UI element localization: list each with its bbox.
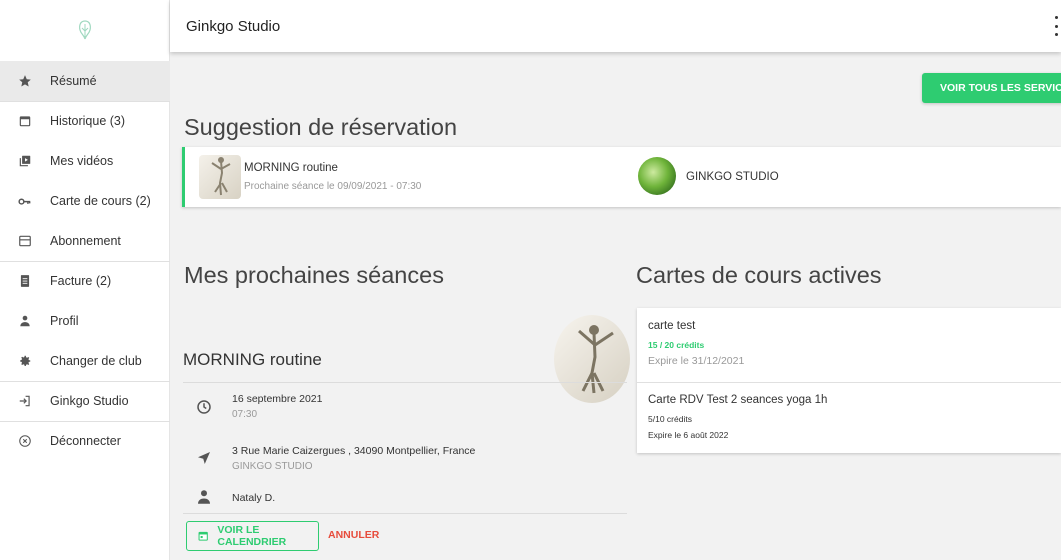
suggestion-class-title: MORNING routine — [244, 162, 338, 174]
card-credits: 5/10 crédits — [648, 414, 692, 424]
active-cards-list: carte test 15 / 20 crédits Expire le 31/… — [637, 308, 1061, 453]
card-expiry: Expire le 31/12/2021 — [648, 355, 745, 367]
card-credits: 15 / 20 crédits — [648, 340, 705, 350]
divider — [183, 513, 627, 514]
more-menu-icon[interactable] — [1053, 16, 1059, 36]
sidebar: Résumé Historique (3) Mes vidéos Carte d… — [0, 0, 170, 560]
class-thumbnail — [199, 155, 241, 199]
clock-icon — [195, 398, 213, 416]
sidebar-item-historique[interactable]: Historique (3) — [0, 101, 170, 141]
suggestion-next-session: Prochaine séance le 09/09/2021 - 07:30 — [244, 181, 422, 192]
view-calendar-button[interactable]: VOIR LE CALENDRIER — [186, 521, 319, 551]
accent-bar — [182, 147, 185, 207]
star-icon — [0, 74, 50, 88]
sessions-heading: Mes prochaines séances — [184, 262, 444, 288]
app-title: Ginkgo Studio — [186, 17, 281, 35]
session-coach: Nataly D. — [232, 492, 276, 504]
invoice-icon — [0, 274, 50, 288]
session-address: 3 Rue Marie Caizergues , 34090 Montpelli… — [232, 445, 476, 457]
sidebar-item-ginkgo-studio[interactable]: Ginkgo Studio — [0, 381, 170, 421]
sidebar-item-carte-cours[interactable]: Carte de cours (2) — [0, 181, 170, 221]
close-circle-icon — [0, 434, 50, 448]
session-time: 07:30 — [232, 409, 258, 420]
sidebar-item-resume[interactable]: Résumé — [0, 61, 170, 101]
suggestion-club-name: GINKGO STUDIO — [686, 171, 779, 183]
sidebar-item-facture[interactable]: Facture (2) — [0, 261, 170, 301]
sidebar-item-deconnecter[interactable]: Déconnecter — [0, 421, 170, 461]
sidebar-item-label: Mes vidéos — [50, 154, 114, 168]
view-calendar-label: VOIR LE CALENDRIER — [217, 524, 287, 548]
sidebar-item-abonnement[interactable]: Abonnement — [0, 221, 170, 261]
card-name: carte test — [648, 320, 696, 332]
sidebar-item-label: Facture (2) — [50, 274, 112, 288]
session-venue: GINKGO STUDIO — [232, 461, 313, 472]
person-icon — [0, 314, 50, 328]
sidebar-item-label: Profil — [50, 314, 79, 328]
active-cards-heading: Cartes de cours actives — [636, 262, 882, 288]
video-library-icon — [0, 154, 50, 168]
calendar-icon — [198, 531, 208, 541]
club-avatar — [638, 157, 676, 195]
view-all-services-label: VOIR TOUS LES SERVICES — [940, 82, 1061, 94]
sidebar-item-profil[interactable]: Profil — [0, 301, 170, 341]
sidebar-item-label: Abonnement — [50, 234, 121, 248]
sidebar-item-changer-club[interactable]: Changer de club — [0, 341, 170, 381]
calendar-icon — [0, 114, 50, 128]
credit-card-icon — [0, 234, 50, 248]
session-image — [554, 315, 630, 403]
view-all-services-button[interactable]: VOIR TOUS LES SERVICES — [922, 73, 1061, 103]
sidebar-item-label: Changer de club — [50, 354, 142, 368]
key-icon — [0, 194, 50, 208]
cancel-button[interactable]: ANNULER — [328, 529, 379, 541]
ginkgo-logo — [78, 20, 91, 40]
top-app-bar: Ginkgo Studio — [170, 0, 1061, 52]
person-icon — [195, 488, 213, 506]
suggestion-heading: Suggestion de réservation — [184, 114, 458, 140]
sidebar-item-label: Carte de cours (2) — [50, 194, 151, 208]
login-icon — [0, 394, 50, 408]
session-date: 16 septembre 2021 — [232, 393, 323, 405]
sidebar-item-label: Résumé — [50, 74, 97, 88]
sidebar-item-label: Ginkgo Studio — [50, 394, 129, 408]
sidebar-item-videos[interactable]: Mes vidéos — [0, 141, 170, 181]
divider — [637, 382, 1061, 383]
logo-area — [0, 0, 169, 60]
sidebar-item-label: Historique (3) — [50, 114, 126, 128]
suggestion-card[interactable]: MORNING routine Prochaine séance le 09/0… — [182, 147, 1061, 207]
card-expiry: Expire le 6 août 2022 — [648, 430, 729, 440]
gear-icon — [0, 354, 50, 368]
session-class-title: MORNING routine — [183, 350, 322, 369]
sidebar-item-label: Déconnecter — [50, 434, 121, 448]
navigation-arrow-icon — [195, 449, 213, 467]
card-name: Carte RDV Test 2 seances yoga 1h — [648, 394, 828, 406]
divider — [183, 382, 627, 383]
